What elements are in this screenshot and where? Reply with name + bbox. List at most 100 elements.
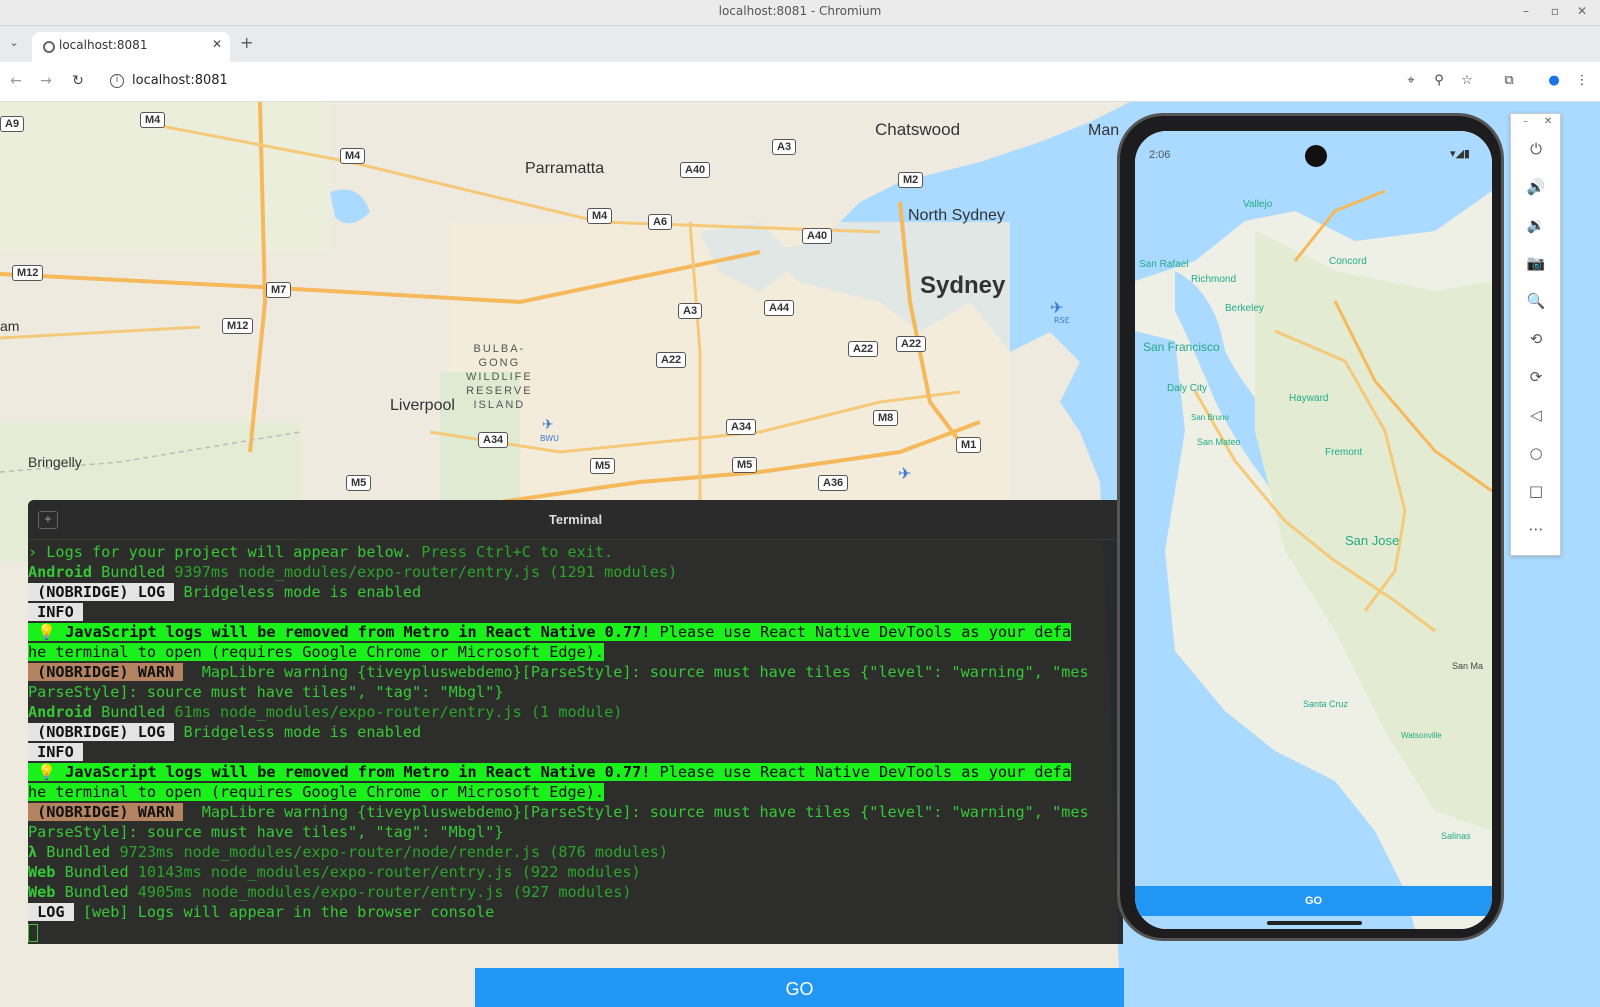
overview-icon[interactable]: □ [1523,478,1549,504]
phone-city-label: Berkeley [1225,303,1264,314]
log-text: Bridgeless mode is enabled [174,723,422,741]
volume-up-icon[interactable]: 🔊 [1523,174,1549,200]
log-text: › Logs for your project will appear belo… [28,543,422,561]
city-label: Chatswood [875,120,961,139]
city-label: Parramatta [525,160,605,177]
site-info-icon[interactable]: i [110,74,124,88]
zoom-icon[interactable]: 🔍 [1523,288,1549,314]
road-shield: M7 [266,282,292,298]
forward-icon[interactable]: → [36,71,56,91]
log-text: Bundled [55,863,138,881]
phone-city-label: Daly City [1167,383,1208,394]
terminal-line: ParseStyle]: source must have tiles", "t… [28,822,1123,842]
platform-label: λ [28,843,38,861]
rotate-right-icon[interactable]: ⟳ [1523,364,1549,390]
favicon-icon [43,41,55,53]
log-text: 9723ms node_modules/expo-router/node/ren… [119,843,669,861]
highlight-text: 💡 JavaScript logs will be removed from M… [28,763,660,781]
terminal-line: he terminal to open (requires Google Chr… [28,782,1123,802]
warn-badge: (NOBRIDGE) WARN [28,803,184,821]
log-text: Press Ctrl+C to exit. [421,543,614,561]
road-shield: A34 [726,419,757,435]
tab-search-icon[interactable]: ⌄ [6,36,22,52]
power-icon[interactable]: ⏻ [1523,136,1549,162]
city-label: Man [1088,122,1120,139]
road-shield: M5 [732,457,758,473]
status-time: 2:06 [1149,149,1171,161]
log-text: MapLibre warning {tiveypluswebdemo}[Pars… [183,663,1089,681]
terminal-line: Web Bundled 10143ms node_modules/expo-ro… [28,862,1123,882]
city-label: North Sydney [908,207,1005,224]
front-camera-icon [1305,145,1327,167]
terminal-line: INFO [28,742,1123,762]
home-icon[interactable]: ○ [1523,440,1549,466]
panel-close-icon[interactable]: ✕ [1544,116,1552,127]
terminal-line: LOG [web] Logs will appear in the browse… [28,902,1123,922]
minimize-icon[interactable]: – [1518,4,1534,18]
log-text: 10143ms node_modules/expo-router/entry.j… [137,863,641,881]
phone-city-label: San Bruno [1191,413,1229,422]
phone-city-label: San Jose [1345,533,1400,548]
more-icon[interactable]: ⋯ [1523,516,1549,542]
home-indicator[interactable] [1267,921,1362,925]
panel-minimize-icon[interactable]: – [1523,116,1528,127]
road-shield: M5 [346,475,372,491]
phone-go-button[interactable]: GO [1135,886,1492,916]
log-badge: (NOBRIDGE) LOG [28,583,175,601]
phone-emulator: 2:06 ▾◢▮ Vallejo San Rafael Richmond Con… [1117,113,1504,941]
address-bar[interactable]: i localhost:8081 [104,68,1394,96]
url-text: localhost:8081 [132,73,228,88]
location-icon[interactable]: ⌖ [1402,72,1420,90]
phone-city-label: Santa Cruz [1303,699,1349,709]
airport-icon: ✈ [542,417,554,433]
phone-screen[interactable]: 2:06 ▾◢▮ Vallejo San Rafael Richmond Con… [1135,131,1492,929]
maximize-icon[interactable]: ▫ [1547,4,1563,18]
rotate-left-icon[interactable]: ⟲ [1523,326,1549,352]
phone-city-label: San Ma [1452,661,1484,671]
terminal-window[interactable]: + Terminal › Logs for your project will … [28,500,1123,944]
screen: localhost:8081 - Chromium – ▫ ✕ ⌄ localh… [0,0,1600,1007]
zoom-icon[interactable]: ⚲ [1430,72,1448,90]
log-text: Bridgeless mode is enabled [174,583,422,601]
close-tab-icon[interactable]: ✕ [212,37,222,51]
terminal-title: Terminal [548,512,603,527]
terminal-line: (NOBRIDGE) WARN MapLibre warning {tiveyp… [28,802,1123,822]
log-text: Bundled [92,563,175,581]
back-icon[interactable]: ← [6,71,26,91]
camera-icon[interactable]: 📷 [1523,250,1549,276]
phone-city-label: Hayward [1289,393,1329,404]
go-button[interactable]: GO [475,968,1124,1007]
road-shield: M1 [956,437,982,453]
profile-icon[interactable]: ● [1545,72,1563,90]
new-tab-icon[interactable]: + [240,33,253,52]
road-shield: A22 [896,336,927,352]
road-shield: A44 [764,300,795,316]
road-shield: A6 [648,214,673,230]
back-icon[interactable]: ◁ [1523,402,1549,428]
extensions-icon[interactable]: ⧉ [1500,72,1518,90]
road-shield: M4 [340,148,366,164]
tab-title: localhost:8081 [59,38,148,52]
menu-icon[interactable]: ⋮ [1573,72,1591,90]
terminal-line: (NOBRIDGE) LOG Bridgeless mode is enable… [28,722,1123,742]
phone-city-label: San Francisco [1143,340,1220,354]
terminal-prompt[interactable] [28,922,1123,942]
log-text: 9397ms node_modules/expo-router/entry.js… [174,563,678,581]
log-badge: (NOBRIDGE) LOG [28,723,175,741]
terminal-line: Web Bundled 4905ms node_modules/expo-rou… [28,882,1123,902]
close-window-icon[interactable]: ✕ [1574,4,1590,18]
browser-tab[interactable]: localhost:8081 ✕ [32,32,230,62]
terminal-line: he terminal to open (requires Google Chr… [28,642,1123,662]
road-shield: A40 [802,228,833,244]
reload-icon[interactable]: ↻ [68,71,88,91]
volume-down-icon[interactable]: 🔉 [1523,212,1549,238]
airport-icon: ✈ [898,464,912,483]
log-text: [web] Logs will appear in the browser co… [73,903,495,921]
phone-city-label: Salinas [1441,831,1471,841]
road-shield: M5 [590,458,616,474]
reserve-label: BULBA- GONG WILDLIFE RESERVE ISLAND [466,343,533,411]
status-icons: ▾◢▮ [1449,147,1470,160]
bookmark-star-icon[interactable]: ☆ [1458,72,1476,90]
phone-map [1135,131,1492,929]
highlight-text: Please use React Native DevTools as your… [659,763,1072,781]
